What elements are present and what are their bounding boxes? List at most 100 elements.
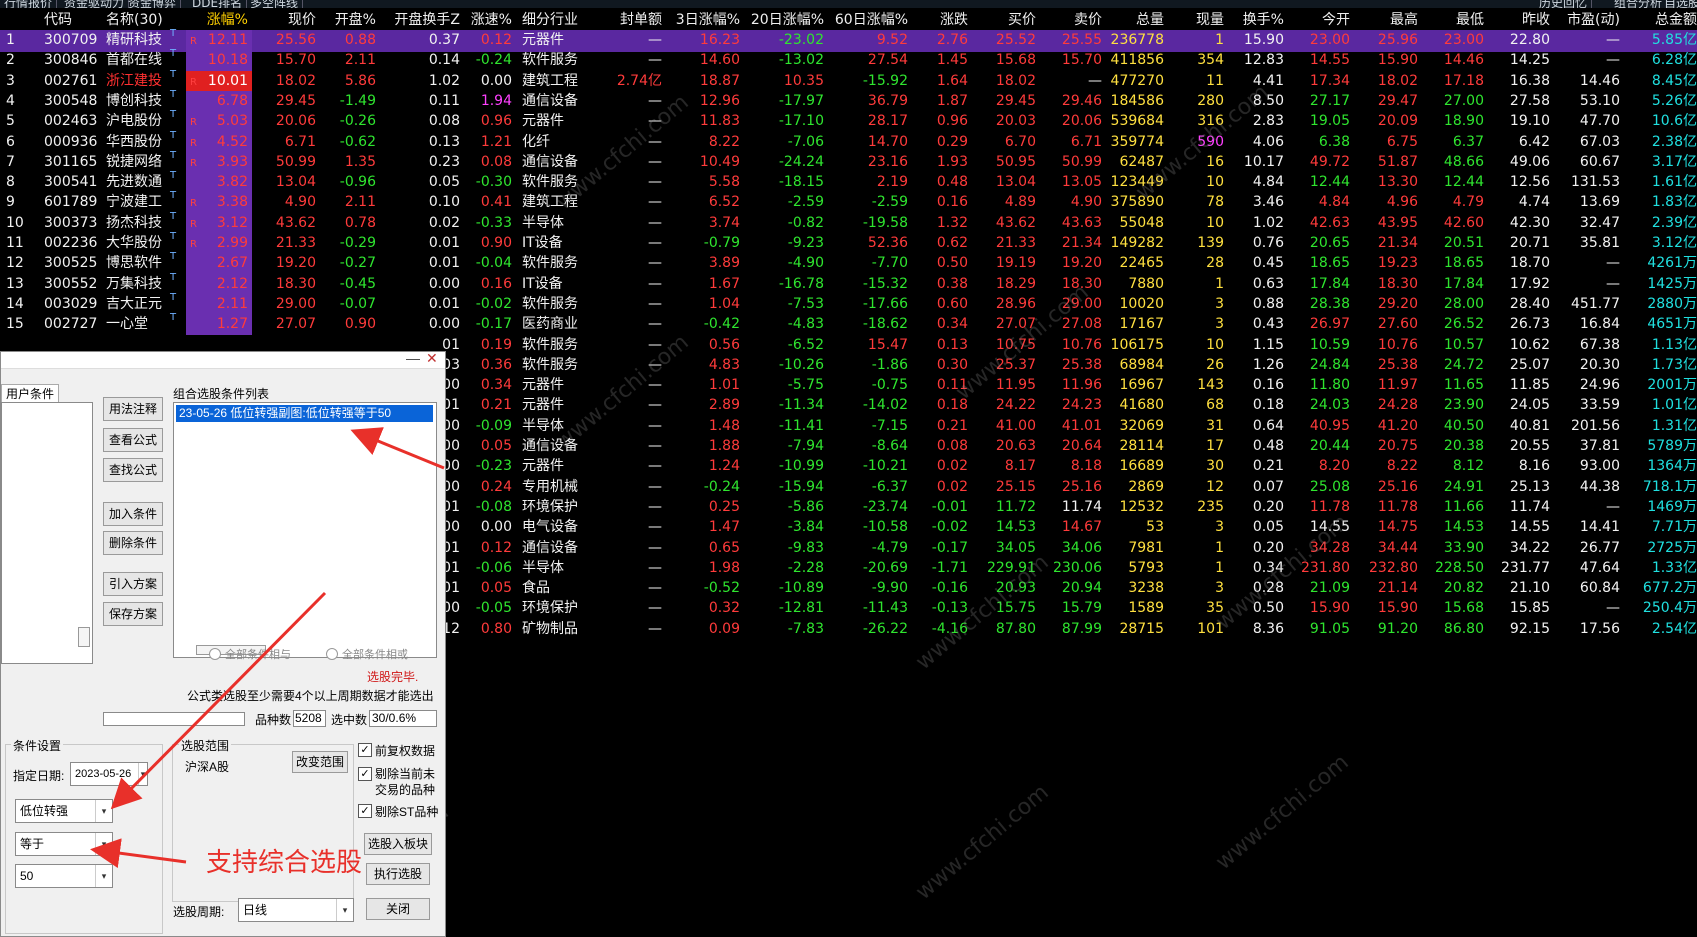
- close-icon[interactable]: ✕: [426, 350, 438, 367]
- close-button[interactable]: 关闭: [366, 898, 430, 920]
- header-name[interactable]: 名称(30): [106, 10, 172, 31]
- header-xl[interactable]: 现量: [1168, 10, 1224, 31]
- top-tab-6[interactable]: 历史回忆: [1535, 0, 1593, 8]
- cell-sell: 15.70: [1061, 52, 1102, 69]
- delete-condition-button[interactable]: 删除条件: [103, 531, 163, 555]
- value-input[interactable]: 50 ▾: [15, 864, 113, 888]
- view-formula-button[interactable]: 查看公式: [103, 428, 163, 452]
- cell-jk: 19.05: [1309, 113, 1350, 130]
- cell-xl: 3: [1215, 316, 1224, 333]
- cell-code: 002761: [44, 72, 98, 89]
- cell-hs: 8.50: [1252, 92, 1284, 109]
- chevron-down-icon[interactable]: ▾: [336, 899, 353, 921]
- table-row[interactable]: 7 301165 锐捷网络 3.93 50.99 1.35 0.23 0.08 通信设备 —10.…: [0, 150, 1697, 174]
- find-formula-button[interactable]: 查找公式: [103, 458, 163, 482]
- import-scheme-button[interactable]: 引入方案: [103, 572, 163, 596]
- execute-button[interactable]: 执行选股: [366, 863, 430, 885]
- header-code[interactable]: 代码: [44, 10, 100, 31]
- margin-badge: R: [190, 36, 197, 47]
- cell-code: 002727: [44, 316, 98, 333]
- header-buy[interactable]: 买价: [972, 10, 1036, 31]
- tree-scrollbar[interactable]: [78, 627, 90, 647]
- table-row[interactable]: 1 300709 精研科技 12.11 25.56 0.88 0.37 0.12 元器件 —16.…: [0, 28, 1697, 52]
- table-row[interactable]: 9 601789 宁波建工 3.38 4.90 2.11 0.10 0.41 建筑工程 —6.52…: [0, 190, 1697, 214]
- top-tab-2[interactable]: 资金驱动力: [60, 0, 130, 8]
- period-select[interactable]: 日线 ▾: [238, 898, 354, 922]
- table-row[interactable]: 6 000936 华西股份 4.52 6.71 -0.62 0.13 1.21 化纤 —8.22-…: [0, 130, 1697, 154]
- table-row[interactable]: 13 300552 万集科技 2.12 18.30 -0.45 0.00 0.16 IT设备 — 1…: [0, 272, 1697, 296]
- header-price[interactable]: 现价: [256, 10, 316, 31]
- table-row[interactable]: 3 002761 浙江建投 10.01 18.02 5.86 1.02 0.00 建筑工程 2.7…: [0, 69, 1697, 93]
- table-row[interactable]: 12 300525 博思软件 2.67 19.20 -0.27 0.01 -0.04 软件服务 —…: [0, 251, 1697, 275]
- header-zdi[interactable]: 最低: [1422, 10, 1484, 31]
- header-zs2[interactable]: 昨收: [1488, 10, 1550, 31]
- change-range-button[interactable]: 改变范围: [292, 751, 348, 773]
- header-hs[interactable]: 换手%: [1228, 10, 1284, 31]
- date-picker[interactable]: 2023-05-26 ▾: [70, 762, 148, 786]
- header-z60[interactable]: 60日涨幅%: [828, 10, 908, 31]
- header-zd[interactable]: 涨跌: [912, 10, 968, 31]
- cell-zg: 25.16: [1377, 478, 1418, 495]
- table-row[interactable]: 14 003029 吉大正元 2.11 29.00 -0.07 0.01 -0.02 软件服务 —…: [0, 292, 1697, 316]
- radio-and[interactable]: [209, 648, 221, 660]
- header-sell[interactable]: 卖价: [1040, 10, 1102, 31]
- cell-zdi: 18.65: [1443, 255, 1484, 272]
- condition-list[interactable]: 23-05-26 低位转强副图:低位转强等于50: [173, 402, 437, 658]
- header-kphs[interactable]: 开盘换手Z: [380, 10, 460, 31]
- minimize-icon[interactable]: —: [406, 350, 420, 366]
- table-row[interactable]: 4 300548 博创科技 6.78 29.45 -1.49 0.11 1.94 通信设备 — 12…: [0, 89, 1697, 113]
- cell-vol: 106175: [1110, 336, 1164, 353]
- cell-hs: 0.21: [1252, 458, 1284, 475]
- header-z3[interactable]: 3日涨幅%: [666, 10, 740, 31]
- add-condition-button[interactable]: 加入条件: [103, 502, 163, 526]
- header-kp[interactable]: 开盘%: [320, 10, 376, 31]
- cell-jk: 17.34: [1309, 72, 1350, 89]
- header-zf[interactable]: 涨幅%: [186, 10, 248, 31]
- indicator-select[interactable]: 低位转强 ▾: [15, 799, 113, 823]
- top-tab-7[interactable]: 组合分析: [1610, 0, 1668, 8]
- chk-remove-st[interactable]: ✓: [358, 804, 372, 818]
- table-row[interactable]: 10 300373 扬杰科技 3.12 43.62 0.78 0.02 -0.33 半导体 —3.…: [0, 211, 1697, 235]
- save-scheme-button[interactable]: 保存方案: [103, 602, 163, 626]
- table-row[interactable]: 2 300846 首都在线 10.18 15.70 2.11 0.14 -0.24 软件服务 — 1…: [0, 48, 1697, 72]
- top-tab-5[interactable]: 多空阵线: [246, 0, 304, 8]
- table-row[interactable]: 15 002727 一心堂 1.27 27.07 0.90 0.00 -0.17 医药商业 — -0…: [0, 312, 1697, 336]
- cell-zje: 5.26亿: [1651, 92, 1697, 109]
- table-row[interactable]: 8 300541 先进数通 3.82 13.04 -0.96 0.05 -0.30 软件服务 — 5…: [0, 170, 1697, 194]
- header-jk[interactable]: 今开: [1288, 10, 1350, 31]
- header-z20[interactable]: 20日涨幅%: [744, 10, 824, 31]
- cell-name: 精研科技: [106, 32, 162, 48]
- table-row[interactable]: 11 002236 大华股份 2.99 21.33 -0.29 0.01 0.90 IT设备 — -…: [0, 231, 1697, 255]
- chk-forward-adjust[interactable]: ✓: [358, 743, 372, 757]
- header-zje[interactable]: 总金额: [1624, 10, 1697, 31]
- header-zg[interactable]: 最高: [1354, 10, 1418, 31]
- top-tab-8[interactable]: 自选股: [1660, 0, 1697, 8]
- header-zs[interactable]: 涨速%: [462, 10, 512, 31]
- header-sy[interactable]: 市盈(动): [1554, 10, 1620, 31]
- chevron-down-icon[interactable]: ▾: [138, 763, 147, 785]
- chevron-down-icon[interactable]: ▾: [95, 833, 112, 855]
- header-idx[interactable]: [6, 10, 30, 31]
- to-block-button[interactable]: 选股入板块: [364, 833, 432, 855]
- header-hy[interactable]: 细分行业: [522, 10, 602, 31]
- chevron-down-icon[interactable]: ▾: [95, 800, 112, 822]
- usage-notes-button[interactable]: 用法注释: [103, 397, 163, 421]
- top-tab-1[interactable]: 行情报价: [0, 0, 58, 8]
- chk-remove-untraded[interactable]: ✓: [358, 767, 372, 781]
- cell-zje: 250.4万: [1642, 600, 1697, 617]
- cell-z20: -18.15: [778, 174, 824, 191]
- operator-select[interactable]: 等于 ▾: [15, 832, 113, 856]
- cell-jk: 10.59: [1309, 336, 1350, 353]
- top-tab-4[interactable]: DDE排名: [188, 0, 248, 8]
- header-fd[interactable]: 封单额: [606, 10, 662, 31]
- cell-sell: 10.76: [1061, 336, 1102, 353]
- cell-zs2: 8.16: [1518, 458, 1550, 475]
- condition-list-item[interactable]: 23-05-26 低位转强副图:低位转强等于50: [176, 405, 433, 422]
- radio-or[interactable]: [326, 648, 338, 660]
- table-row[interactable]: 5 002463 沪电股份 5.03 20.06 -0.26 0.08 0.96 元器件 —11.…: [0, 109, 1697, 133]
- header-vol[interactable]: 总量: [1104, 10, 1164, 31]
- top-tab-3[interactable]: 资金博弈: [124, 0, 182, 8]
- condition-tree[interactable]: [1, 402, 93, 664]
- chevron-down-icon[interactable]: ▾: [95, 865, 112, 887]
- tab-user-conditions[interactable]: 用户条件: [1, 384, 60, 404]
